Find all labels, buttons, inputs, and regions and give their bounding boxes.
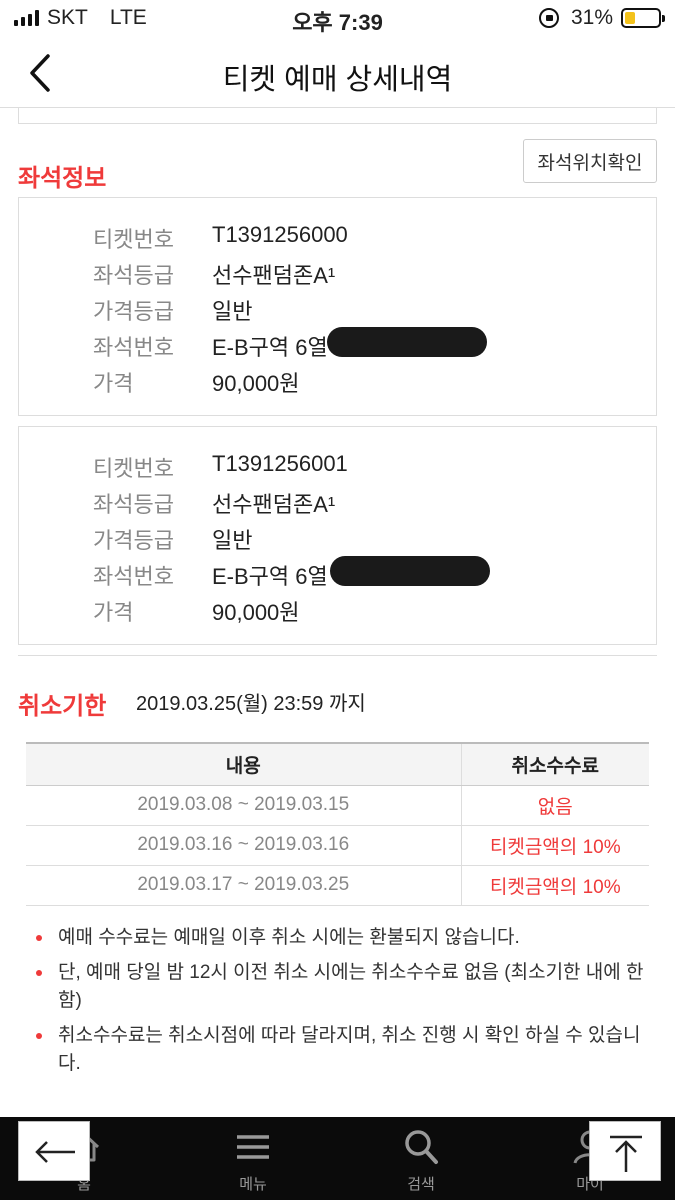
redaction-mark [327, 327, 487, 357]
table-header-fee: 취소수수료 [461, 742, 649, 786]
period-cell: 2019.03.08 ~ 2019.03.15 [26, 785, 462, 826]
price-grade-value: 일반 [212, 528, 253, 553]
seat-grade-label: 좌석등급 [93, 492, 174, 517]
previous-card-edge [18, 108, 657, 124]
price-grade-row: 가격등급 일반 [19, 523, 656, 559]
arrow-up-to-top-icon [610, 1135, 642, 1172]
seat-number-label: 좌석번호 [93, 564, 174, 589]
bottom-navigation: 홈 메뉴 검색 마이 [0, 1117, 675, 1200]
seat-number-value: E-B구역 6열 [212, 564, 328, 589]
ticket-number-value: T1391256001 [212, 451, 348, 476]
battery-icon [621, 8, 665, 28]
ticket-number-label: 티켓번호 [93, 456, 174, 481]
cancel-deadline-value: 2019.03.25(월) 23:59 까지 [136, 693, 366, 715]
price-value: 90,000원 [212, 371, 300, 396]
seat-grade-row: 좌석등급 선수팬덤존A¹ [19, 258, 656, 294]
ticket-number-row: 티켓번호 T1391256000 [19, 222, 656, 258]
battery-percent: 31% [570, 6, 613, 29]
price-label: 가격 [93, 371, 134, 396]
note-item: 예매 수수료는 예매일 이후 취소 시에는 환불되지 않습니다. [34, 924, 654, 952]
floating-back-button[interactable] [18, 1121, 90, 1181]
arrow-left-icon [35, 1141, 75, 1163]
nav-item-menu[interactable]: 메뉴 [193, 1117, 313, 1200]
table-header-content: 내용 [26, 742, 462, 786]
table-row: 2019.03.08 ~ 2019.03.15 없음 [26, 785, 649, 826]
cancel-deadline-title: 취소기한 [18, 693, 107, 720]
price-row: 가격 90,000원 [19, 595, 656, 631]
ticket-number-row: 티켓번호 T1391256001 [19, 451, 656, 487]
nav-label-menu: 메뉴 [239, 1176, 267, 1193]
price-grade-row: 가격등급 일반 [19, 294, 656, 330]
fee-cell: 없음 [461, 785, 649, 826]
note-item: 단, 예매 당일 밤 12시 이전 취소 시에는 취소수수료 없음 (최소기한 … [34, 959, 654, 1015]
ticket-number-value: T1391256000 [212, 222, 348, 247]
price-label: 가격 [93, 600, 134, 625]
scroll-top-button[interactable] [589, 1121, 661, 1181]
seat-number-label: 좌석번호 [93, 335, 174, 360]
price-grade-label: 가격등급 [93, 528, 174, 553]
rotation-lock-icon [538, 8, 559, 28]
table-header-row: 내용 취소수수료 [26, 742, 649, 786]
seat-number-value: E-B구역 6열 [212, 335, 328, 360]
fee-cell: 티켓금액의 10% [461, 825, 649, 866]
note-item: 취소수수료는 취소시점에 따라 달라지며, 취소 진행 시 확인 하실 수 있습… [34, 1022, 654, 1078]
seat-grade-value: 선수팬덤존A¹ [212, 492, 336, 517]
table-row: 2019.03.17 ~ 2019.03.25 티켓금액의 10% [26, 865, 649, 906]
seat-location-button[interactable]: 좌석위치확인 [523, 139, 657, 183]
cancel-fee-table: 내용 취소수수료 2019.03.08 ~ 2019.03.15 없음 2019… [26, 742, 649, 906]
seat-grade-value: 선수팬덤존A¹ [212, 263, 336, 288]
seat-info-title: 좌석정보 [18, 165, 107, 192]
status-bar: SKT LTE 오후 7:39 31% [0, 0, 675, 38]
cancel-notes: 예매 수수료는 예매일 이후 취소 시에는 환불되지 않습니다. 단, 예매 당… [34, 924, 654, 1085]
fee-cell: 티켓금액의 10% [461, 865, 649, 906]
search-icon [405, 1130, 438, 1164]
price-grade-value: 일반 [212, 299, 253, 324]
seat-number-row: 좌석번호 E-B구역 6열 [19, 327, 656, 366]
nav-item-search[interactable]: 검색 [361, 1117, 481, 1200]
section-divider [18, 655, 657, 656]
ticket-card: 티켓번호 T1391256001 좌석등급 선수팬덤존A¹ 가격등급 일반 좌석… [18, 426, 657, 645]
price-grade-label: 가격등급 [93, 299, 174, 324]
ticket-number-label: 티켓번호 [93, 227, 174, 252]
page-title: 티켓 예매 상세내역 [222, 64, 453, 96]
period-cell: 2019.03.16 ~ 2019.03.16 [26, 825, 462, 866]
app-header: 티켓 예매 상세내역 [0, 38, 675, 108]
seat-grade-row: 좌석등급 선수팬덤존A¹ [19, 487, 656, 523]
ticket-card: 티켓번호 T1391256000 좌석등급 선수팬덤존A¹ 가격등급 일반 좌석… [18, 197, 657, 416]
table-row: 2019.03.16 ~ 2019.03.16 티켓금액의 10% [26, 825, 649, 866]
price-row: 가격 90,000원 [19, 366, 656, 402]
seat-number-row: 좌석번호 E-B구역 6열 [19, 556, 656, 595]
period-cell: 2019.03.17 ~ 2019.03.25 [26, 865, 462, 906]
menu-icon [237, 1135, 269, 1159]
seat-grade-label: 좌석등급 [93, 263, 174, 288]
price-value: 90,000원 [212, 600, 300, 625]
nav-label-search: 검색 [407, 1176, 435, 1193]
redaction-mark [330, 556, 490, 586]
